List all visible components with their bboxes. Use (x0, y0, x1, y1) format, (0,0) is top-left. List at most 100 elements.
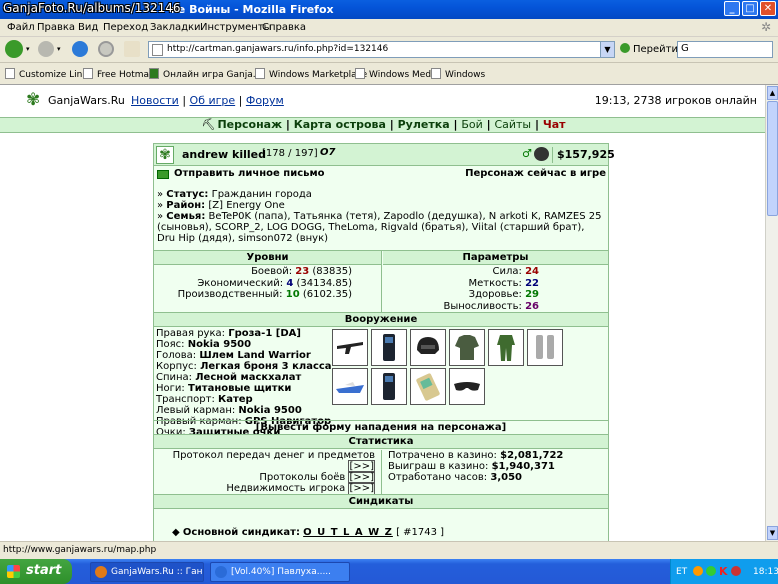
main-menu: ⛏ Персонаж | Карта острова | Рулетка | Бо… (0, 117, 765, 133)
home-icon[interactable] (124, 41, 140, 57)
stats-panel: Статистика Протокол передач денег и пред… (153, 434, 609, 496)
weapon-row: Корпус: Легкая броня 3 класса (156, 361, 332, 372)
tray-icon[interactable] (731, 566, 741, 576)
bookmark-free-hotmail[interactable]: Free Hotmail (83, 68, 154, 80)
menu-character[interactable]: Персонаж (217, 118, 282, 131)
link-about[interactable]: Об игре (190, 94, 236, 107)
menu-file[interactable]: Файл (7, 22, 35, 33)
page-content: ✾ GanjaWars.Ru Новости | Об игре | Форум… (0, 85, 765, 541)
bookmarks-toolbar: Customize Links Free Hotmail Онлайн игра… (0, 63, 778, 85)
back-dropdown-icon[interactable]: ▾ (26, 45, 30, 53)
bookmark-windows-media[interactable]: Windows Media (355, 68, 439, 80)
taskbar: start GanjaWars.Ru :: Ган... [Vol.40%] П… (0, 559, 778, 584)
menu-go[interactable]: Переход (103, 22, 148, 33)
menu-bookmarks[interactable]: Закладки (150, 22, 201, 33)
weapon-row: Транспорт: Катер (156, 394, 253, 405)
shin-guards-icon[interactable] (527, 329, 563, 366)
helmet-icon[interactable] (410, 329, 446, 366)
send-message-link[interactable]: Отправить личное письмо (174, 168, 325, 179)
reload-icon[interactable] (72, 41, 88, 57)
weapons-panel: Вооружение Правая рука: Гроза-1 [DA] Поя… (153, 312, 609, 438)
forward-icon[interactable] (38, 41, 54, 57)
weapon-row: Пояс: Nokia 9500 (156, 339, 252, 350)
goggles-icon[interactable] (449, 368, 485, 405)
tray-icon[interactable] (706, 566, 716, 576)
scroll-thumb[interactable] (767, 101, 778, 216)
family-label: Семья: (166, 211, 206, 222)
antivirus-icon[interactable]: K (719, 565, 728, 578)
syndicates-header: Синдикаты (154, 495, 608, 509)
menu-view[interactable]: Вид (78, 22, 98, 33)
task-player[interactable]: [Vol.40%] Павлуха..... (210, 562, 350, 582)
boat-icon[interactable] (332, 368, 368, 405)
weapon-row: Левый карман: Nokia 9500 (156, 405, 302, 416)
back-icon[interactable] (5, 40, 23, 58)
bookmark-windows-marketplace[interactable]: Windows Marketplace (255, 68, 367, 80)
menu-tools[interactable]: Инструменты (200, 22, 272, 33)
menu-help[interactable]: Справка (262, 22, 306, 33)
search-input[interactable]: G (677, 41, 773, 58)
bookmark-customize-links[interactable]: Customize Links (5, 68, 92, 80)
bookmark-ganja-game[interactable]: Онлайн игра Ganja... (149, 68, 261, 80)
camo-suit-icon[interactable] (488, 329, 524, 366)
rifle-icon[interactable] (332, 329, 368, 366)
stats-link-money-log[interactable]: Протокол передач денег и предметов [>>] (154, 450, 375, 473)
go-button[interactable]: Перейти (620, 43, 678, 55)
weapon-row: Ноги: Титановые щитки (156, 383, 292, 394)
url-dropdown-icon[interactable]: ▼ (600, 42, 614, 57)
stats-header: Статистика (154, 435, 608, 449)
weapon-value[interactable]: Шлем Land Warrior (199, 350, 311, 361)
weapon-value[interactable]: Легкая броня 3 класса (200, 361, 331, 372)
district-value[interactable]: [Z] Energy One (208, 200, 284, 211)
url-input[interactable]: http://cartman.ganjawars.ru/info.php?id=… (148, 41, 615, 58)
leaf-logo-icon: ✾ (26, 90, 41, 110)
player-name[interactable]: andrew killed (182, 148, 266, 161)
family-value[interactable]: BeTeP0K (папа), Татьянка (тетя), Zapodlo… (157, 211, 601, 244)
profile-panel: ✾ andrew killed [178 / 197] O7 ♂ $157,92… (153, 143, 615, 253)
page-icon (83, 68, 93, 79)
weapon-value[interactable]: Nokia 9500 (188, 339, 251, 350)
minimize-button[interactable]: _ (724, 1, 740, 16)
weapon-value[interactable]: Катер (218, 394, 253, 405)
weapon-value[interactable]: Nokia 9500 (238, 405, 301, 416)
menu-chat[interactable]: Чат (543, 118, 566, 131)
start-button[interactable]: start (0, 559, 72, 584)
menu-sites[interactable]: Сайты (494, 118, 531, 131)
syndicate-link[interactable]: O U T L A W Z (303, 527, 393, 538)
status-text: http://www.ganjawars.ru/map.php (3, 545, 157, 555)
params-header: Параметры (383, 251, 608, 265)
weapon-value[interactable]: Лесной маскхалат (195, 372, 301, 383)
site-logo[interactable]: GanjaWars.Ru (48, 94, 125, 107)
close-button[interactable]: ✕ (760, 1, 776, 16)
phone-icon[interactable] (371, 368, 407, 405)
link-forum[interactable]: Форум (246, 94, 284, 107)
weapon-value[interactable]: Гроза-1 [DA] (228, 328, 301, 339)
attack-form-link[interactable]: [Вывести форму нападения на персонажа] (154, 420, 608, 435)
link-news[interactable]: Новости (131, 94, 179, 107)
stats-link-realty[interactable]: Недвижимость игрока [>>] (154, 482, 375, 495)
scroll-up-icon[interactable]: ▲ (767, 86, 778, 100)
tray-icon[interactable] (693, 566, 703, 576)
bullet-icon: ◆ (172, 527, 180, 538)
player-sign: O7 (320, 147, 336, 158)
maximize-button[interactable]: □ (742, 1, 758, 16)
menu-roulette[interactable]: Рулетка (398, 118, 450, 131)
vertical-scrollbar[interactable]: ▲ ▼ (765, 85, 778, 541)
window-titlebar[interactable]: GanjaWars.Ru :: Гангстерсие Войны - Mozi… (0, 0, 778, 19)
param-row-health: Здоровье: 29 (468, 289, 539, 300)
forward-dropdown-icon[interactable]: ▾ (57, 45, 61, 53)
task-firefox[interactable]: GanjaWars.Ru :: Ган... (90, 562, 204, 582)
bookmark-windows[interactable]: Windows (431, 68, 485, 80)
stats-link-battle-log[interactable]: Протоколы боёв [>>] (154, 471, 375, 484)
online-status: Персонаж сейчас в игре (465, 168, 606, 179)
lang-indicator[interactable]: ET (676, 567, 687, 577)
menu-battle[interactable]: Бой (461, 118, 482, 131)
scroll-down-icon[interactable]: ▼ (767, 526, 778, 540)
stop-icon[interactable] (98, 41, 114, 57)
menu-island-map[interactable]: Карта острова (294, 118, 386, 131)
weapon-value[interactable]: Титановые щитки (188, 383, 291, 394)
menu-edit[interactable]: Правка (37, 22, 75, 33)
gps-icon[interactable] (410, 368, 446, 405)
phone-icon[interactable] (371, 329, 407, 366)
armor-icon[interactable] (449, 329, 485, 366)
